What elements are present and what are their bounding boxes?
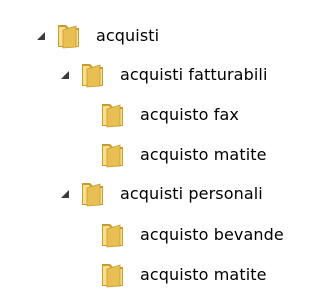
tree-node-label: acquisto bevande <box>140 225 284 244</box>
tree-node-acquisto-matite-2[interactable]: acquisto matite <box>98 255 267 295</box>
tree-node-label: acquisto matite <box>140 145 267 164</box>
tree-node-acquisto-matite[interactable]: acquisto matite <box>98 135 267 175</box>
folder-tree: acquisti acquisti fatturabili acquisto f… <box>0 0 332 302</box>
tree-node-label: acquisto fax <box>140 105 239 124</box>
tree-node-label: acquisti <box>96 26 160 45</box>
folder-icon <box>78 61 108 89</box>
tree-node-acquisto-fax[interactable]: acquisto fax <box>98 95 239 135</box>
tree-node-acquisti-personali[interactable]: acquisti personali <box>60 174 263 214</box>
folder-icon <box>98 221 128 249</box>
folder-icon <box>98 141 128 169</box>
tree-node-acquisti-fatturabili[interactable]: acquisti fatturabili <box>60 55 267 95</box>
tree-node-acquisto-bevande[interactable]: acquisto bevande <box>98 215 284 255</box>
tree-node-label: acquisto matite <box>140 265 267 284</box>
folder-icon <box>78 180 108 208</box>
collapse-toggle-icon[interactable] <box>60 189 70 199</box>
tree-node-label: acquisti personali <box>120 184 263 203</box>
collapse-toggle-icon[interactable] <box>60 70 70 80</box>
folder-icon <box>98 261 128 289</box>
collapse-toggle-icon[interactable] <box>36 31 46 41</box>
folder-icon <box>54 22 84 50</box>
folder-icon <box>98 101 128 129</box>
tree-node-label: acquisti fatturabili <box>120 65 268 84</box>
tree-node-acquisti[interactable]: acquisti <box>36 16 159 56</box>
